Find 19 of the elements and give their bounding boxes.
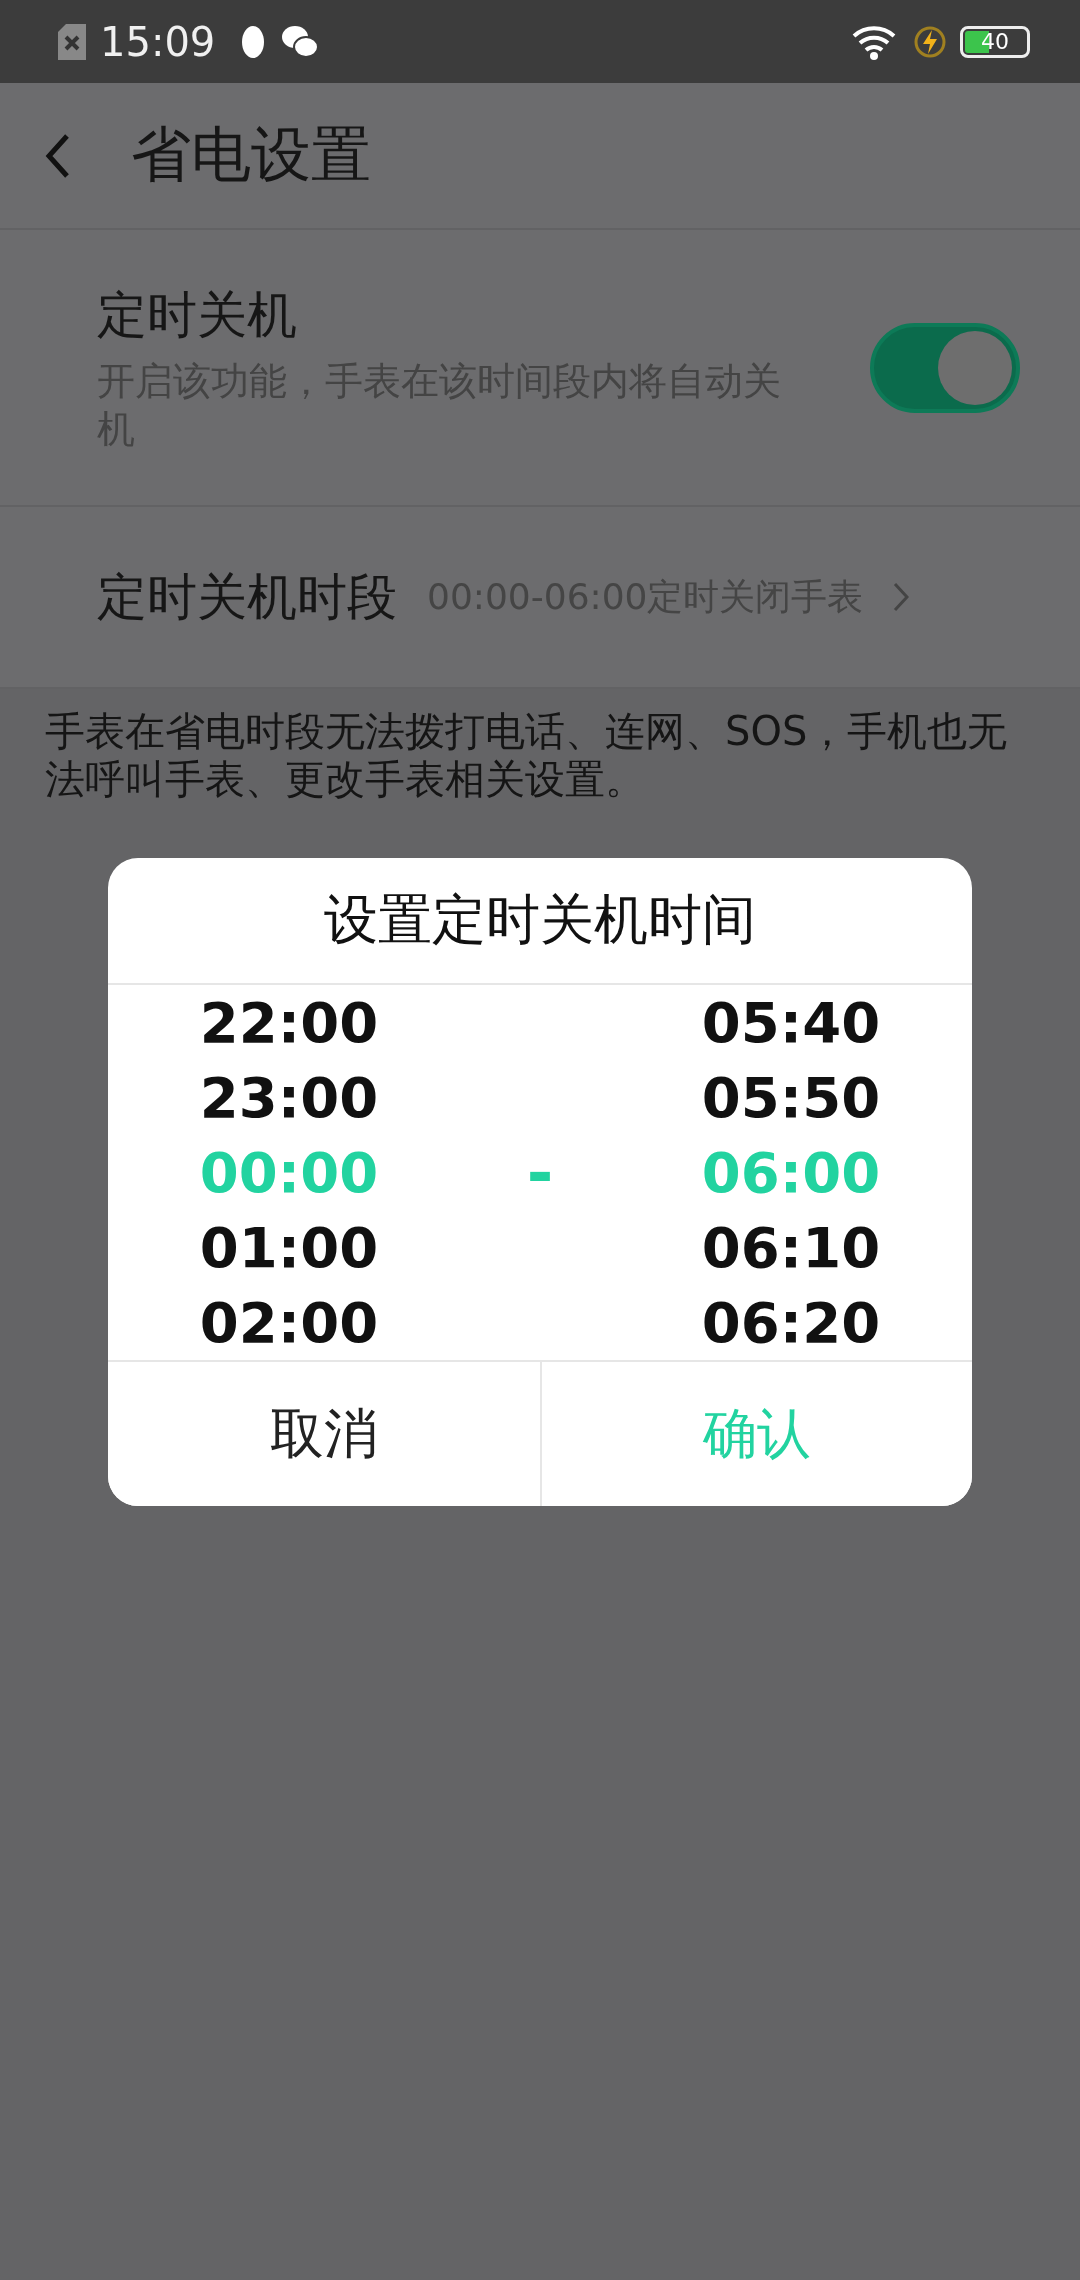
- time-option[interactable]: 22:00: [199, 985, 379, 1060]
- clock-time: 15:09: [100, 18, 216, 65]
- note-text: 手表在省电时段无法拨打电话、连网、SOS，手机也无法呼叫手表、更改手表相关设置。: [44, 707, 1009, 804]
- time-option[interactable]: 02:00: [199, 1285, 379, 1360]
- dialog-title: 设置定时关机时间: [108, 858, 972, 985]
- time-option[interactable]: 01:00: [199, 1210, 379, 1285]
- sim-card-icon: [58, 23, 86, 60]
- page-title: 省电设置: [131, 118, 371, 191]
- time-option[interactable]: 06:20: [701, 1285, 881, 1360]
- setting-title: 定时关机: [97, 285, 298, 346]
- setting-title: 定时关机时段: [97, 566, 397, 628]
- time-option[interactable]: 23:00: [199, 1060, 379, 1135]
- time-option[interactable]: 06:10: [701, 1210, 881, 1285]
- back-icon[interactable]: [45, 132, 71, 179]
- time-option[interactable]: 05:50: [701, 1060, 881, 1135]
- chevron-right-icon: [893, 582, 910, 612]
- time-option[interactable]: 05:40: [701, 985, 881, 1060]
- charging-icon: [914, 25, 946, 58]
- range-separator: -: [525, 1135, 555, 1210]
